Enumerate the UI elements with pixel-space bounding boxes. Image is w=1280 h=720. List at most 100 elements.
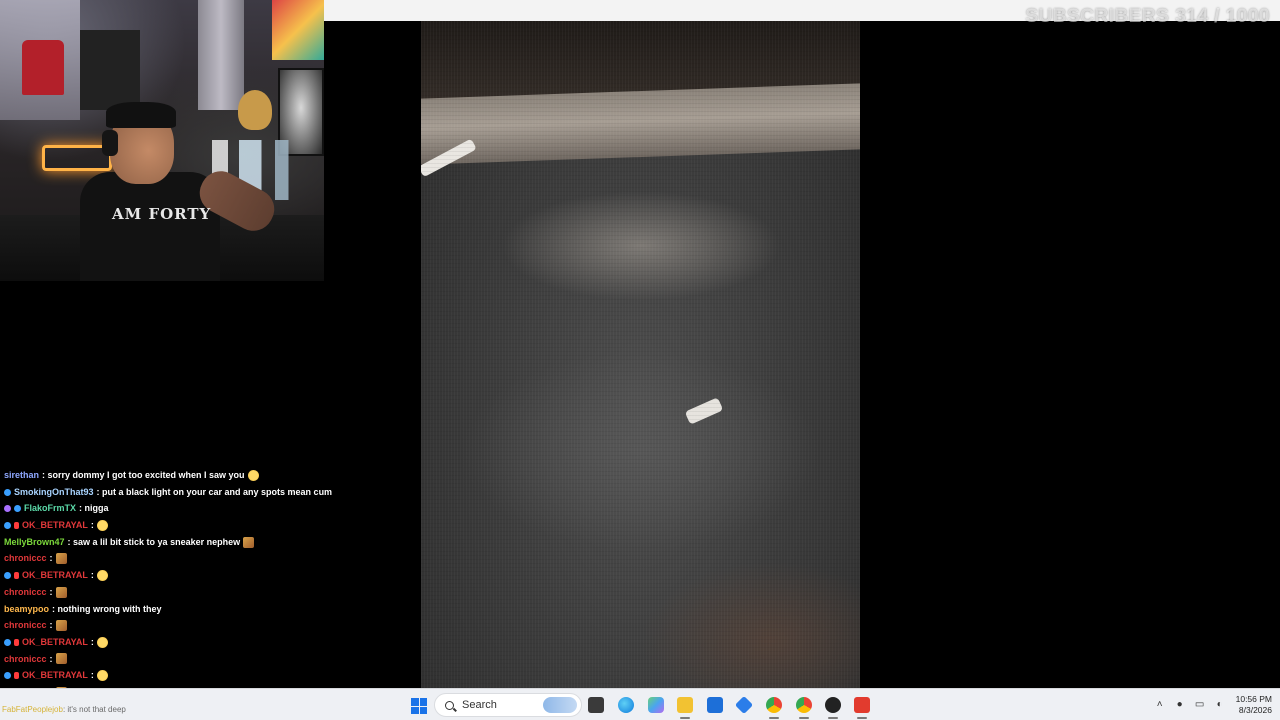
chat-username[interactable]: OK_BETRAYAL [22,517,88,534]
webcam-jersey [22,40,64,95]
chat-message: FlakoFrmTX: nigga [0,500,420,517]
chat-username[interactable]: chroniccc [4,550,47,567]
chrome-icon[interactable] [766,697,782,719]
chat-text: : nigga [79,503,109,514]
sub-badge-icon [14,638,19,646]
verified-badge-icon [4,638,11,646]
search-icon [445,700,454,710]
headset-icon [102,130,118,156]
chat-username[interactable]: OK_BETRAYAL [22,634,88,651]
chat-fading-message: FabFatPeoplejob: it's not that deep [2,705,126,714]
chat-fading-text: it's not that deep [67,705,126,714]
emoji-icon [96,569,108,581]
chat-text: : [49,620,53,631]
chat-message: sirethan: sorry dommy I got too excited … [0,467,420,484]
chat-username[interactable]: chroniccc [4,584,47,601]
start-button[interactable] [411,698,427,714]
verified-badge-icon [4,488,11,496]
edge-icon[interactable] [618,697,634,713]
chat-message: chroniccc: [0,617,420,634]
webcam-streamer: AM FORTY [80,102,282,281]
video-noise [421,21,860,688]
chat-message: OK_BETRAYAL: [0,667,420,684]
emoji-icon [96,636,108,648]
emoji-icon [96,519,108,531]
taskbar: FabFatPeoplejob: it's not that deep Sear… [0,688,1280,720]
chrome-profile-icon[interactable] [796,697,812,719]
chat-message: chroniccc: [0,651,420,668]
subscriber-goal-overlay: SUBSCRIBERS 314 / 1000 [1025,6,1270,28]
file-explorer-icon[interactable] [677,697,693,719]
copilot-icon[interactable] [648,697,664,713]
emote-icon [55,620,67,632]
obs-icon[interactable] [825,697,841,719]
chat-text: : put a black light on your car and any … [96,486,333,497]
subscriber-goal-label: SUBSCRIBERS [1025,6,1170,27]
screen: SUBSCRIBERS 314 / 1000 AM FORTY sirethan… [0,0,1280,720]
webcam-teddy-bear [238,90,272,130]
network-icon[interactable]: ▭ [1194,699,1206,711]
emoji-icon [96,670,108,682]
chat-text: : [90,636,94,647]
chat-text: : sorry dommy I got too excited when I s… [42,470,245,480]
video-player[interactable] [421,21,860,688]
verified-badge-icon [4,521,11,529]
webcam-feed: AM FORTY [0,0,324,281]
microphone-icon[interactable]: ● [1174,699,1186,711]
verified-badge-icon [4,571,11,579]
chat-panel: sirethan: sorry dommy I got too excited … [0,455,420,688]
chat-message: chroniccc: [0,584,420,601]
sub-badge-icon [14,521,19,529]
chat-username[interactable]: FlakoFrmTX [24,500,76,517]
store-icon[interactable] [707,697,723,713]
chat-username[interactable]: OK_BETRAYAL [22,567,88,584]
app-red-icon[interactable] [854,697,870,719]
chat-message: OK_BETRAYAL: [0,567,420,584]
chat-username[interactable]: SmokingOnThat93 [14,484,94,501]
volume-icon[interactable]: ◐ [1214,699,1226,711]
chat-text: : [90,520,94,531]
sub-badge-icon [14,571,19,579]
chat-message: beamypoo: nothing wrong with they [0,601,420,618]
clock-time: 10:56 PM [1235,694,1272,704]
chat-message: SmokingOnThat93: put a black light on yo… [0,484,420,501]
sub-badge-icon [14,672,19,680]
clock[interactable]: 10:56 PM 8/3/2026 [1236,694,1272,716]
emoji-icon [247,469,259,481]
streamer-shirt-text: AM FORTY [112,205,212,223]
outlook-icon[interactable] [734,695,754,715]
chat-text: : [90,570,94,581]
chat-username[interactable]: chroniccc [4,617,47,634]
webcam-shelf [80,30,140,110]
verified-badge-icon [14,505,21,513]
chat-username[interactable]: beamypoo [4,601,49,618]
chat-text: : [49,553,53,564]
emote-icon [55,553,67,565]
streamer-cap [106,102,176,128]
system-tray: ˄ ● ▭ ◐ 10:56 PM 8/3/2026 [1150,689,1280,720]
subscriber-goal-count: 314 / 1000 [1175,6,1270,27]
taskbar-search[interactable]: Search [434,693,582,717]
chat-username[interactable]: MellyBrown47 [4,534,65,551]
emote-icon [55,586,67,598]
chevron-up-icon[interactable]: ˄ [1154,699,1166,711]
chat-message: MellyBrown47: saw a lil bit stick to ya … [0,534,420,551]
chat-text: : [49,586,53,597]
taskbar-search-placeholder: Search [462,699,497,711]
chat-line-clipped [0,455,420,467]
chat-username[interactable]: chroniccc [4,651,47,668]
webcam-poster [272,0,324,60]
chat-text: : saw a lil bit stick to ya sneaker neph… [67,536,241,547]
chat-text: : nothing wrong with they [52,603,162,614]
task-view-icon[interactable] [588,697,604,713]
emote-icon [55,653,67,665]
clock-date: 8/3/2026 [1238,705,1272,715]
emote-icon [243,536,255,548]
chat-message: OK_BETRAYAL: [0,634,420,651]
chat-username[interactable]: sirethan [4,467,39,484]
chat-username[interactable]: OK_BETRAYAL [22,667,88,684]
chat-text: : [90,670,94,681]
verified-badge-icon [4,672,11,680]
search-highlight-icon [543,697,577,713]
chat-text: : [49,653,53,664]
